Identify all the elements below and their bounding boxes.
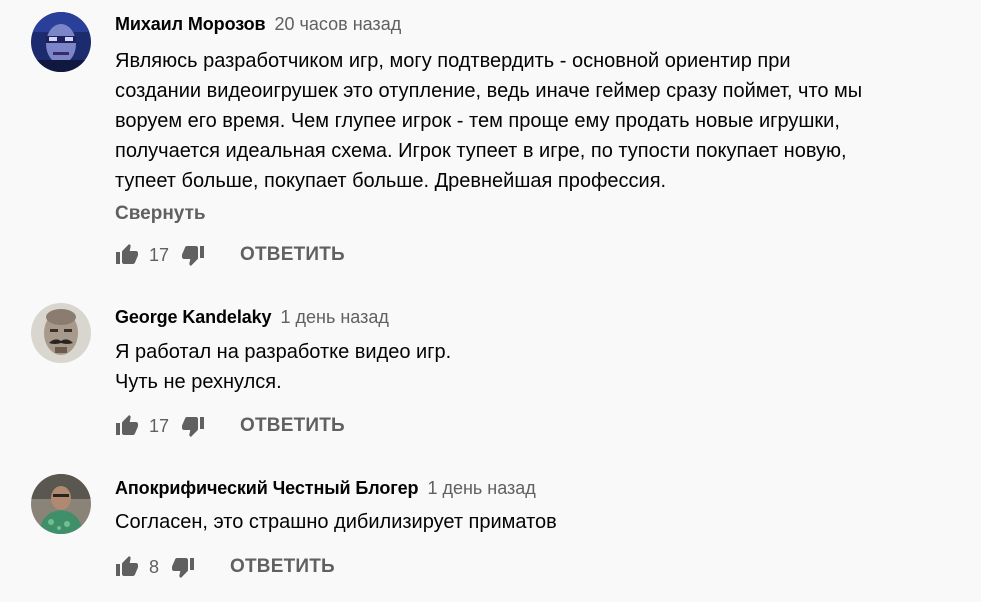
like-button[interactable] (115, 555, 139, 579)
comment-text: Согласен, это страшно дибилизирует прима… (115, 507, 557, 537)
avatar[interactable] (31, 12, 91, 72)
comment-line: Согласен, это страшно дибилизирует прима… (115, 511, 557, 533)
thumb-up-icon (116, 244, 138, 264)
comment-timestamp[interactable]: 20 часов назад (275, 14, 402, 34)
comment-header: Михаил Морозов 20 часов назад (115, 12, 401, 36)
thumb-up-icon (116, 556, 138, 576)
thumb-up-icon (116, 415, 138, 435)
comment-text: Являюсь разработчиком игр, могу подтверд… (115, 46, 862, 196)
like-count: 17 (149, 244, 170, 265)
comment-line: Являюсь разработчиком игр, могу подтверд… (115, 50, 791, 72)
dislike-button[interactable] (181, 414, 205, 438)
like-button[interactable] (115, 414, 139, 438)
comment-line: Чуть не рехнулся. (115, 371, 282, 393)
comment-timestamp[interactable]: 1 день назад (427, 478, 535, 498)
avatar[interactable] (31, 474, 91, 534)
collapse-button[interactable]: Свернуть (115, 202, 206, 226)
dislike-button[interactable] (171, 555, 195, 579)
thumb-down-icon (172, 558, 194, 578)
reply-button[interactable]: ОТВЕТИТЬ (240, 415, 345, 437)
comment-timestamp[interactable]: 1 день назад (280, 307, 388, 327)
reply-button[interactable]: ОТВЕТИТЬ (230, 556, 335, 578)
author-name[interactable]: Апокрифический Честный Блогер (115, 478, 419, 498)
comment-line: тупеет больше, покупает больше. Древнейш… (115, 170, 667, 192)
author-name[interactable]: George Kandelaky (115, 307, 272, 327)
comment-actions: 17 ОТВЕТИТЬ (115, 414, 345, 438)
author-name[interactable]: Михаил Морозов (115, 14, 266, 34)
avatar[interactable] (31, 303, 91, 363)
comment-line: воруем его время. Чем глупее игрок - тем… (115, 110, 840, 132)
thumb-down-icon (182, 246, 204, 266)
like-count: 8 (149, 556, 160, 577)
comment-header: George Kandelaky 1 день назад (115, 305, 389, 329)
comment-line: создании видеоигрушек это отупление, вед… (115, 80, 863, 102)
reply-button[interactable]: ОТВЕТИТЬ (240, 244, 345, 266)
comment-line: Я работал на разработке видео игр. (115, 341, 452, 363)
thumb-down-icon (182, 417, 204, 437)
comment-header: Апокрифический Честный Блогер 1 день наз… (115, 476, 536, 500)
like-button[interactable] (115, 243, 139, 267)
comment-actions: 17 ОТВЕТИТЬ (115, 243, 345, 267)
dislike-button[interactable] (181, 243, 205, 267)
comment-text: Я работал на разработке видео игр. Чуть … (115, 337, 451, 397)
comment-actions: 8 ОТВЕТИТЬ (115, 555, 335, 579)
like-count: 17 (149, 415, 170, 436)
comment-line: получается идеальная схема. Игрок тупеет… (115, 140, 847, 162)
